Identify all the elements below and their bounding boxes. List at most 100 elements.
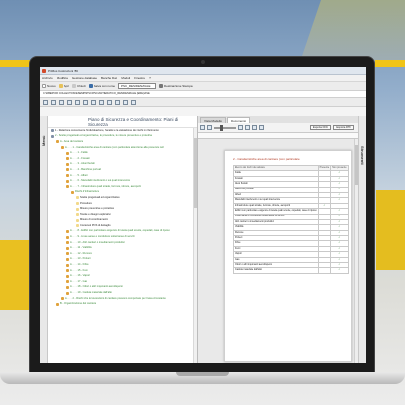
tree-node-icon: [66, 274, 69, 278]
risk-label: Caduta materiale dall'alto: [233, 267, 319, 274]
laptop-notch: [176, 372, 229, 376]
font-color-icon[interactable]: [238, 125, 243, 130]
export-doc-button[interactable]: Esporta DOC: [309, 125, 332, 130]
document-heading: 2 - Caratteristiche area di cantiere (co…: [233, 157, 300, 161]
tree-node-label: A. . . . 1 - Caratteristiche area di can…: [65, 145, 164, 149]
close-doc-icon: [72, 84, 77, 88]
path-bar: C:\DBEIPOR COLLECTION\ESEMPI\PSC\PSC\ANT…: [40, 91, 366, 98]
menu-side-label: Menù: [41, 135, 46, 146]
tree-node-icon: [66, 269, 69, 273]
background-yellow-beam: [376, 190, 405, 270]
tree-node-icon: [66, 157, 69, 161]
tree-node-label: 1 - Relazione concernente l'individuazio…: [55, 128, 159, 132]
present-cell[interactable]: [317, 267, 332, 274]
tree-node-label: Procedure: [80, 201, 92, 205]
background-yellow-beam: [0, 240, 30, 310]
bold-icon[interactable]: [43, 99, 48, 105]
list-icon[interactable]: [99, 99, 104, 105]
absent-cell[interactable]: ✓: [330, 267, 349, 274]
menu-item[interactable]: Finestre: [134, 76, 145, 80]
table-icon[interactable]: [107, 99, 112, 105]
document-toolbar: Esporta DOC Esporta RTF: [198, 123, 366, 133]
menu-item[interactable]: Archivio: [42, 76, 53, 80]
search-icon[interactable]: [123, 99, 128, 105]
tree-node-label: Misure di coordinamento: [80, 218, 109, 222]
tree-node-label: Scelte progettuali ed organizzative: [80, 195, 120, 199]
tree-node-label: Contenuti POS di dettaglio: [80, 223, 111, 227]
align-center-icon[interactable]: [75, 99, 80, 105]
zoom-slider-knob[interactable]: [220, 124, 223, 131]
document-page: 2 - Caratteristiche area di cantiere (co…: [224, 150, 352, 362]
left-sidebar: Menù: [40, 116, 48, 363]
zoom-slider[interactable]: [214, 124, 236, 131]
app-window: PriMus Costruzioni '86 Archivio Modifica G…: [40, 67, 366, 363]
menu-item[interactable]: Banche Dati: [101, 76, 117, 80]
underline-icon[interactable]: [59, 99, 64, 105]
tree-node-label: A. . . . 8 - Edifici con particolare esi…: [70, 229, 170, 233]
indent-icon[interactable]: [91, 99, 96, 105]
bullets-icon[interactable]: [252, 125, 257, 130]
tree-node-icon: [61, 146, 64, 150]
tree-node[interactable]: B - Organizzazione del cantiere: [48, 301, 197, 307]
export-rtf-button[interactable]: Esporta RTF: [333, 125, 354, 130]
image-icon[interactable]: [115, 99, 120, 105]
menu-item[interactable]: Modifica: [57, 76, 68, 80]
tree-node-label: A. . . . 5 - Alberi: [70, 173, 88, 177]
redo-icon[interactable]: [207, 125, 212, 130]
tree-node-label: A. . . . 2 - Rischi che le lavorazioni d…: [65, 296, 166, 300]
tree-scrollbar[interactable]: [193, 128, 197, 363]
settings-icon[interactable]: [131, 99, 136, 105]
format-toolbar: [40, 98, 366, 107]
close-button[interactable]: Chiudi: [72, 84, 86, 88]
tree-list: 1 - Relazione concernente l'individuazio…: [48, 128, 197, 307]
tree-node-label: A - Area del cantiere: [60, 139, 84, 143]
menu-bar: Archivio Modifica Gestione database Banche …: [40, 75, 366, 82]
tree-node-label: Rischi d'Infrastrutture: [75, 190, 100, 194]
print-destination-button[interactable]: Destinazione Stampa: [159, 84, 193, 88]
highlight-icon[interactable]: [245, 125, 250, 130]
menu-item[interactable]: Gestione database: [72, 76, 97, 80]
tree-node-label: B - Organizzazione del cantiere: [60, 302, 97, 306]
numbering-icon[interactable]: [259, 125, 264, 130]
right-sidebar: Strumenti: [358, 116, 366, 363]
tree-node-icon: [76, 202, 79, 206]
tree-node-icon: [66, 252, 69, 256]
tab-vista-modello[interactable]: Vista Modello: [200, 117, 226, 123]
menu-item[interactable]: Moduli: [121, 76, 130, 80]
document-panel: Vista Modello Documento Esporta DOC Espo…: [198, 116, 366, 363]
window-title: PriMus Costruzioni '86: [48, 68, 78, 73]
tree-node-label: A. . . . 3 - Alvei fluviali: [70, 162, 95, 166]
tree-node-label: A. . . . 15 - Fumi: [70, 268, 89, 272]
tree-node-label: A. . . . 2 - Fossati: [70, 156, 90, 160]
tree-node-icon: [76, 213, 79, 217]
italic-icon[interactable]: [51, 99, 56, 105]
align-left-icon[interactable]: [67, 99, 72, 105]
tree-node-label: A. . . . 10 - Altri cantieri o insediame…: [70, 240, 125, 244]
new-button[interactable]: Nuovo: [42, 84, 56, 88]
tree-node-icon: [66, 291, 69, 295]
undo-icon[interactable]: [200, 125, 205, 130]
tree-node-icon: [56, 140, 59, 144]
save-as-button[interactable]: Salva con nome: [88, 84, 115, 88]
tree-node-label: 2 - Scelte progettuali ed organizzative,…: [55, 134, 153, 138]
document-dropdown[interactable]: PSC_RESIDENZIALE: [118, 83, 157, 89]
tree-node-icon: [76, 224, 79, 228]
tree-node-icon: [66, 257, 69, 261]
file-path: C:\DBEIPOR COLLECTION\ESEMPI\PSC\PSC\ANT…: [43, 92, 150, 95]
tree-node-label: A. . . . 19 - Caduta materiale dall'alto: [70, 291, 112, 295]
tree-node-icon: [66, 168, 69, 172]
open-button[interactable]: Apri: [58, 84, 69, 88]
document-tabs: Vista Modello Documento: [198, 116, 366, 123]
tree-node-icon: [66, 185, 69, 189]
tree-scrollbar-thumb[interactable]: [194, 138, 197, 208]
tree-node-icon: [66, 285, 69, 289]
tree-node-label: A. . . . 12 - Rumore: [70, 251, 92, 255]
tree-node-icon: [66, 246, 69, 250]
menu-item[interactable]: ?: [149, 76, 151, 80]
align-right-icon[interactable]: [83, 99, 88, 105]
tree-node-label: A. . . . 6 - Manufatti interferenti o su…: [70, 179, 131, 183]
background-yellow-beam: [0, 60, 32, 67]
tab-documento[interactable]: Documento: [226, 117, 251, 123]
tree-node-icon: [66, 241, 69, 245]
tree-node-label: Misure preventive e protettive: [80, 207, 115, 211]
